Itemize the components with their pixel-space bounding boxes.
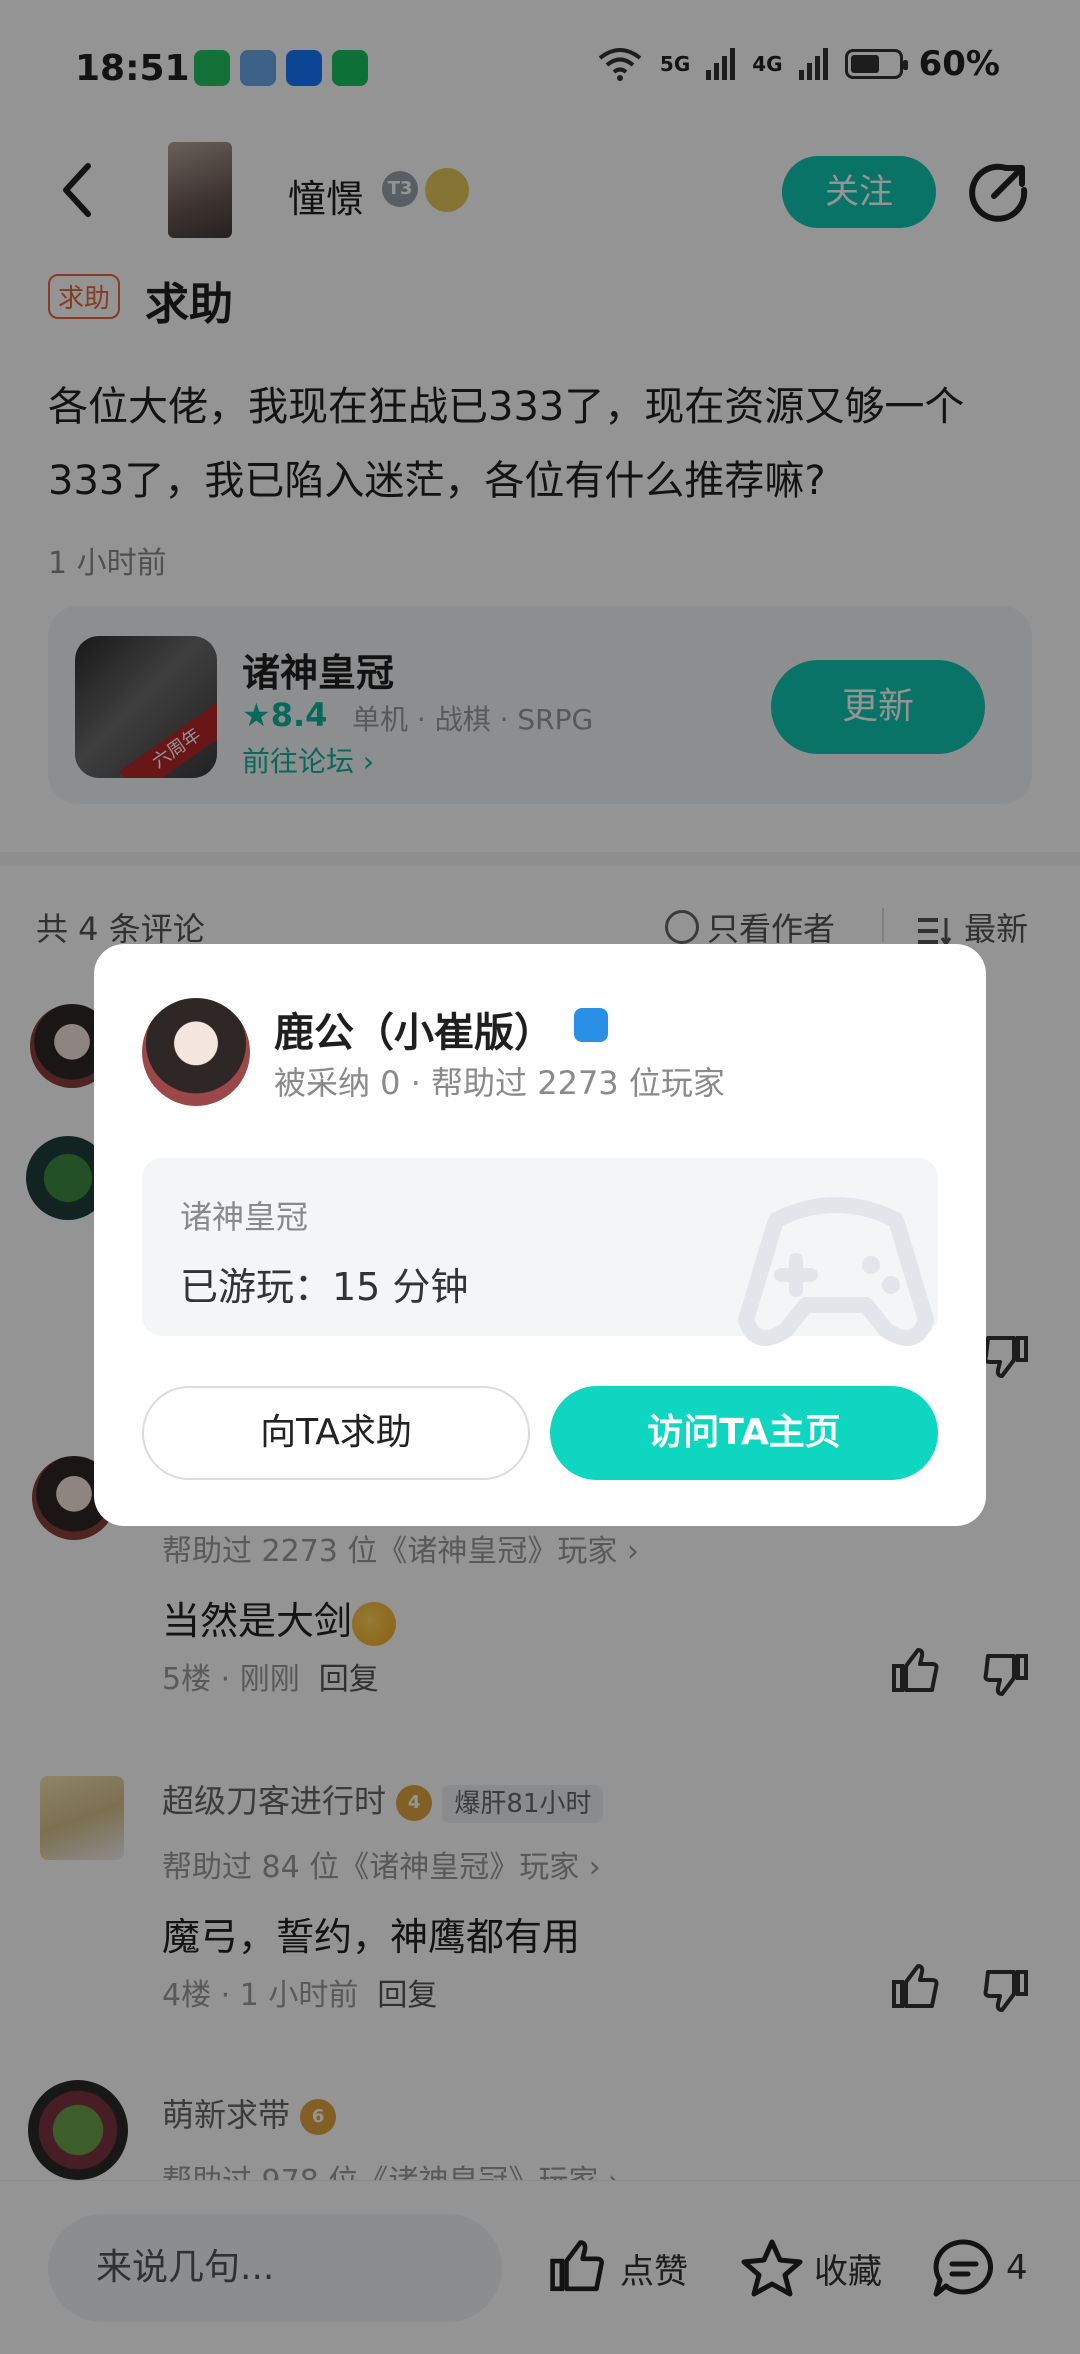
modal-game-name: 诸神皇冠 — [180, 1198, 309, 1236]
verified-icon — [574, 1008, 608, 1042]
modal-stats: 被采纳 0 · 帮助过 2273 位玩家 — [274, 1064, 725, 1102]
gamepad-icon — [738, 1197, 934, 1346]
modal-playtime: 已游玩：15 分钟 — [180, 1265, 469, 1309]
modal-avatar[interactable] — [142, 998, 250, 1106]
modal-username: 鹿公（小崔版） — [274, 1010, 554, 1056]
visit-profile-button[interactable]: 访问TA主页 — [550, 1386, 938, 1480]
ask-help-button[interactable]: 向TA求助 — [142, 1386, 530, 1480]
